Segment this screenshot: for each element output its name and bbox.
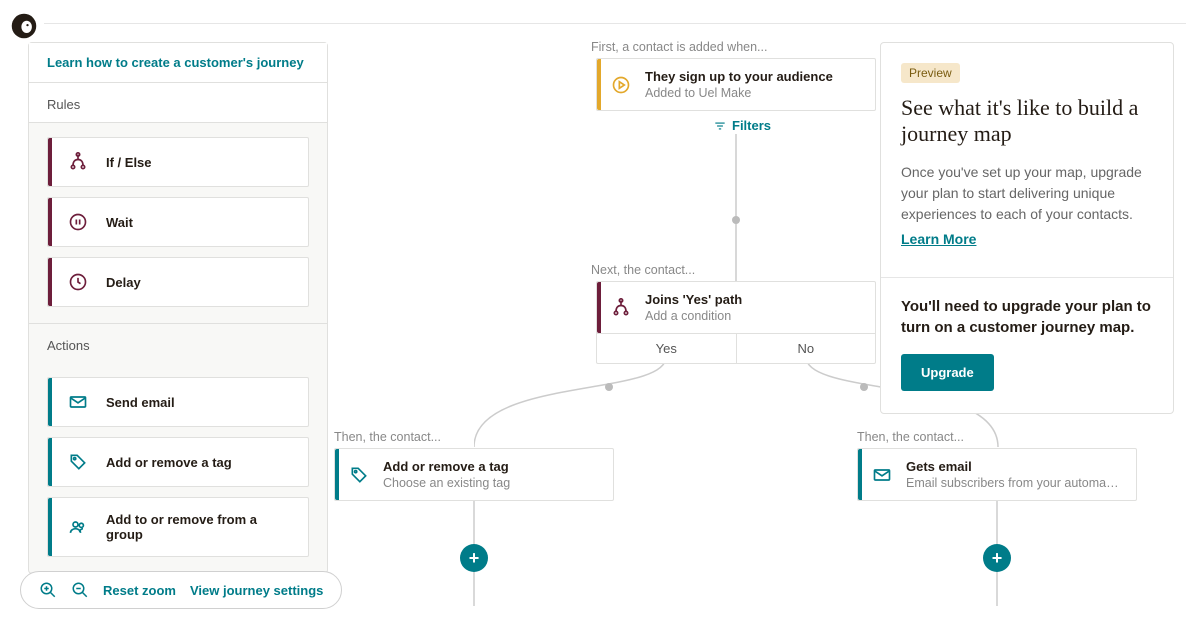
actions-section-title: Actions: [29, 323, 327, 363]
connector-dot: [732, 216, 740, 224]
start-node-title: They sign up to your audience: [645, 69, 861, 84]
pause-icon: [68, 212, 88, 232]
rule-if-else-label: If / Else: [106, 155, 152, 170]
action-send-email[interactable]: Send email: [47, 377, 309, 427]
branch-icon: [68, 152, 88, 172]
rules-section-title: Rules: [29, 83, 327, 123]
start-node[interactable]: They sign up to your audience Added to U…: [596, 58, 876, 111]
tag-icon: [339, 449, 379, 500]
hint-then-right: Then, the contact...: [857, 430, 964, 444]
zoom-controls: Reset zoom View journey settings: [20, 571, 342, 609]
journey-actions-sidebar: Learn how to create a customer's journey…: [28, 42, 328, 574]
action-group-label: Add to or remove from a group: [106, 512, 296, 542]
email-node-title: Gets email: [906, 459, 1122, 474]
rule-if-else[interactable]: If / Else: [47, 137, 309, 187]
branch-no[interactable]: No: [737, 334, 876, 363]
zoom-out-button[interactable]: [71, 581, 89, 599]
filters-label: Filters: [732, 118, 771, 133]
filters-button[interactable]: Filters: [713, 118, 771, 133]
preview-title: See what it's like to build a journey ma…: [901, 95, 1153, 148]
reset-zoom-button[interactable]: Reset zoom: [103, 583, 176, 598]
branch-node-title: Joins 'Yes' path: [645, 292, 861, 307]
tag-node-sub: Choose an existing tag: [383, 476, 599, 490]
hint-first: First, a contact is added when...: [591, 40, 767, 54]
view-journey-settings-button[interactable]: View journey settings: [190, 583, 323, 598]
start-node-sub: Added to Uel Make: [645, 86, 861, 100]
email-icon: [862, 449, 902, 500]
action-group[interactable]: Add to or remove from a group: [47, 497, 309, 557]
rule-delay[interactable]: Delay: [47, 257, 309, 307]
rule-delay-label: Delay: [106, 275, 141, 290]
tag-icon: [68, 452, 88, 472]
rule-wait-label: Wait: [106, 215, 133, 230]
zoom-in-button[interactable]: [39, 581, 57, 599]
add-step-button-left[interactable]: +: [460, 544, 488, 572]
upgrade-button[interactable]: Upgrade: [901, 354, 994, 391]
play-icon: [601, 59, 641, 110]
rule-wait[interactable]: Wait: [47, 197, 309, 247]
add-step-button-right[interactable]: +: [983, 544, 1011, 572]
action-send-email-label: Send email: [106, 395, 175, 410]
preview-panel: Preview See what it's like to build a jo…: [880, 42, 1174, 414]
group-icon: [68, 517, 88, 537]
upgrade-note: You'll need to upgrade your plan to turn…: [901, 296, 1153, 338]
branch-yes[interactable]: Yes: [597, 334, 737, 363]
branch-node[interactable]: Joins 'Yes' path Add a condition Yes No: [596, 281, 876, 364]
tag-node-title: Add or remove a tag: [383, 459, 599, 474]
action-tag[interactable]: Add or remove a tag: [47, 437, 309, 487]
preview-badge: Preview: [901, 63, 960, 83]
preview-description: Once you've set up your map, upgrade you…: [901, 162, 1153, 225]
clock-icon: [68, 272, 88, 292]
hint-next: Next, the contact...: [591, 263, 695, 277]
action-tag-label: Add or remove a tag: [106, 455, 232, 470]
hint-then-left: Then, the contact...: [334, 430, 441, 444]
connector-dot: [605, 383, 613, 391]
email-node-sub: Email subscribers from your automation..…: [906, 476, 1122, 490]
branch-node-sub: Add a condition: [645, 309, 861, 323]
email-node[interactable]: Gets email Email subscribers from your a…: [857, 448, 1137, 501]
preview-separator: [881, 277, 1173, 278]
tag-node[interactable]: Add or remove a tag Choose an existing t…: [334, 448, 614, 501]
email-icon: [68, 392, 88, 412]
branch-icon: [601, 282, 641, 333]
connector-dot: [860, 383, 868, 391]
learn-journey-link[interactable]: Learn how to create a customer's journey: [29, 43, 327, 83]
learn-more-link[interactable]: Learn More: [901, 231, 976, 247]
